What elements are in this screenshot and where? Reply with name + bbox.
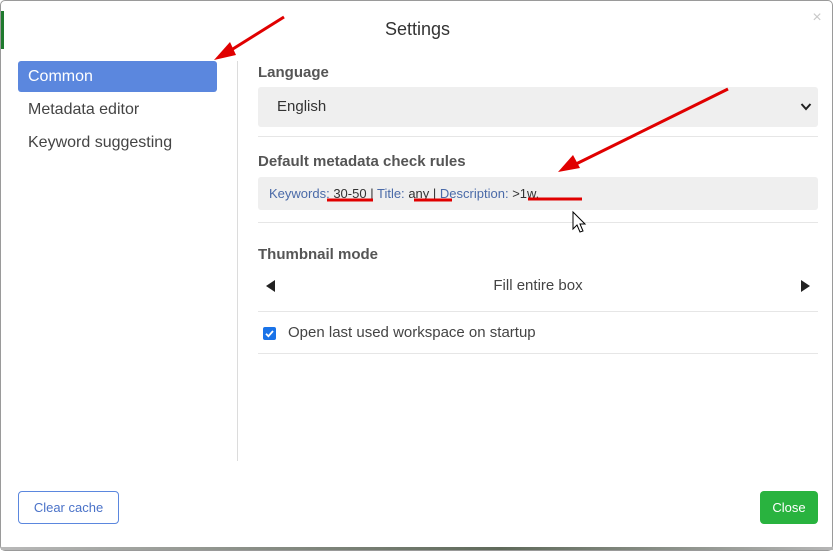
language-select[interactable]: English	[258, 87, 818, 127]
startup-checkbox[interactable]	[263, 327, 276, 340]
title-rule-label: Title:	[376, 186, 405, 201]
title-rule-value: any	[408, 186, 430, 201]
settings-main-panel: Language English Default metadata check …	[258, 61, 818, 354]
startup-checkbox-label[interactable]: Open last used workspace on startup	[288, 313, 536, 353]
background-window-edge-bottom	[1, 547, 833, 550]
sidebar-item-metadata-editor[interactable]: Metadata editor	[18, 94, 217, 125]
keywords-rule-value: 30-50	[333, 186, 367, 201]
close-icon[interactable]: ×	[809, 10, 825, 26]
startup-option-row: Open last used workspace on startup	[258, 313, 818, 353]
language-label: Language	[258, 64, 329, 81]
thumbnail-mode-value: Fill entire box	[493, 277, 583, 294]
settings-sidebar: Common Metadata editor Keyword suggestin…	[18, 61, 217, 160]
thumbnail-mode-selector: Fill entire box	[258, 267, 818, 305]
divider	[258, 353, 818, 354]
sidebar-item-common[interactable]: Common	[18, 61, 217, 92]
thumbnail-mode-label: Thumbnail mode	[258, 246, 378, 263]
sidebar-divider	[237, 61, 238, 461]
keywords-rule-label: Keywords:	[269, 186, 330, 201]
sidebar-item-keyword-suggesting[interactable]: Keyword suggesting	[18, 127, 217, 158]
arrow-left-icon[interactable]	[266, 280, 275, 292]
language-select-value: English	[277, 98, 327, 115]
clear-cache-button[interactable]: Clear cache	[18, 491, 119, 524]
description-rule-label: Description:	[439, 186, 509, 201]
chevron-down-icon	[800, 87, 812, 143]
close-button[interactable]: Close	[760, 491, 818, 524]
divider	[258, 222, 818, 223]
description-rule-value: >1w.	[512, 186, 540, 201]
metadata-rules-label: Default metadata check rules	[258, 153, 466, 170]
metadata-rules-input[interactable]: Keywords: 30-50 | Title: any | Descripti…	[258, 177, 818, 210]
dialog-title: Settings	[384, 19, 451, 39]
arrow-right-icon[interactable]	[801, 280, 810, 292]
divider	[258, 311, 818, 312]
settings-dialog: Settings × Common Metadata editor Keywor…	[0, 0, 833, 551]
checkmark-icon	[265, 330, 274, 338]
rule-separator: |	[432, 186, 437, 201]
rule-separator: |	[370, 186, 374, 201]
divider	[258, 136, 818, 137]
